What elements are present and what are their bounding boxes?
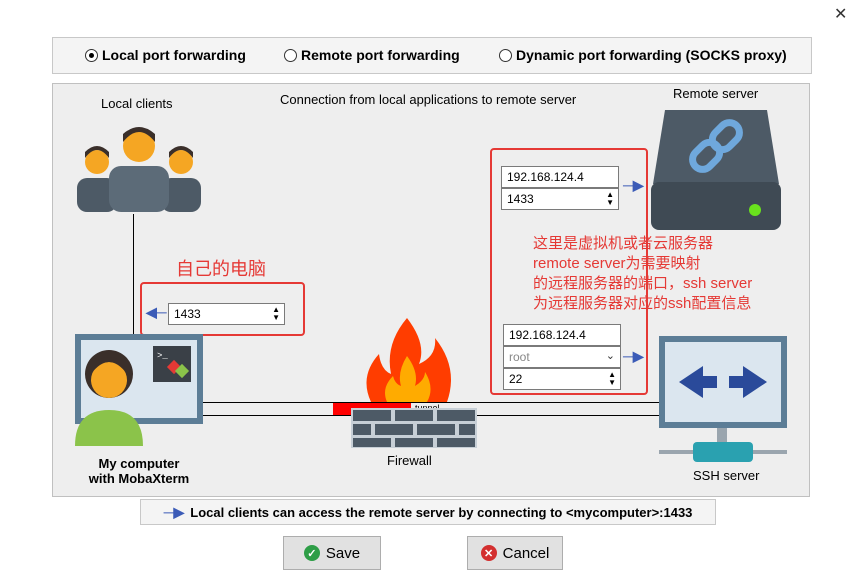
my-computer-label: My computer with MobaXterm <box>88 456 190 486</box>
ssh-server-icon <box>659 336 787 462</box>
radio-dot <box>499 48 512 62</box>
info-bar: ─▶ Local clients can access the remote s… <box>140 499 716 525</box>
save-button-label: Save <box>325 544 361 562</box>
firewall-label: Firewall <box>387 453 432 468</box>
firewall-icon <box>351 318 477 448</box>
connection-caption: Connection from local applications to re… <box>280 92 577 107</box>
my-computer-icon: >_ <box>75 334 203 446</box>
ssh-server-label: SSH server <box>693 468 760 483</box>
remote-note-annotation: 这里是虚拟机或者云服务器 remote server为需要映射 的远程服务器的端… <box>533 235 753 312</box>
info-text: Local clients can access the remote serv… <box>190 504 693 520</box>
diagram-panel: Local clients Connection from local appl… <box>52 83 810 497</box>
close-circle-icon: ✕ <box>480 545 497 561</box>
arrow-right-icon: ─▶ <box>623 177 644 193</box>
radio-remote-port-forwarding[interactable]: Remote port forwarding <box>284 47 460 63</box>
radio-label: Dynamic port forwarding (SOCKS proxy) <box>516 47 787 63</box>
cancel-button[interactable]: ✕ Cancel <box>467 536 563 570</box>
clients-connector-line <box>133 214 134 334</box>
svg-text:>_: >_ <box>157 351 168 361</box>
self-computer-annotation: 自己的电脑 <box>176 259 266 279</box>
save-button[interactable]: ✓ Save <box>283 536 381 570</box>
port-spinner-icon[interactable]: ▲ ▼ <box>606 191 614 207</box>
close-icon[interactable]: ✕ <box>834 4 847 24</box>
ssh-host-input[interactable]: 192.168.124.4 <box>503 324 621 346</box>
check-icon: ✓ <box>303 545 320 561</box>
remote-server-icon <box>651 110 781 230</box>
radio-dot <box>284 48 297 62</box>
radio-label: Remote port forwarding <box>301 47 460 63</box>
remote-port-input[interactable]: 1433 ▲ ▼ <box>501 188 619 210</box>
local-port-input[interactable]: 1433 ▲ ▼ <box>168 303 285 325</box>
arrow-right-icon: ─▶ <box>623 348 644 364</box>
arrow-left-icon: ◀─ <box>146 304 167 320</box>
local-clients-icon <box>77 127 201 212</box>
remote-server-label: Remote server <box>673 86 759 101</box>
local-clients-label: Local clients <box>101 96 173 111</box>
forwarding-mode-bar: Local port forwarding Remote port forwar… <box>52 37 812 74</box>
remote-host-input[interactable]: 192.168.124.4 <box>501 166 619 188</box>
radio-dynamic-port-forwarding[interactable]: Dynamic port forwarding (SOCKS proxy) <box>499 47 787 63</box>
cancel-button-label: Cancel <box>502 544 550 562</box>
port-spinner-icon[interactable]: ▲ ▼ <box>608 371 616 387</box>
ssh-port-input[interactable]: 22 ▲ ▼ <box>503 368 621 390</box>
radio-dot-selected <box>85 48 98 62</box>
radio-local-port-forwarding[interactable]: Local port forwarding <box>85 47 246 63</box>
radio-label: Local port forwarding <box>102 47 246 63</box>
port-spinner-icon[interactable]: ▲ ▼ <box>272 306 280 322</box>
arrow-right-icon: ─▶ <box>163 503 185 520</box>
chevron-down-icon: ⌄ <box>605 350 615 362</box>
ssh-user-select[interactable]: root ⌄ <box>503 346 621 368</box>
